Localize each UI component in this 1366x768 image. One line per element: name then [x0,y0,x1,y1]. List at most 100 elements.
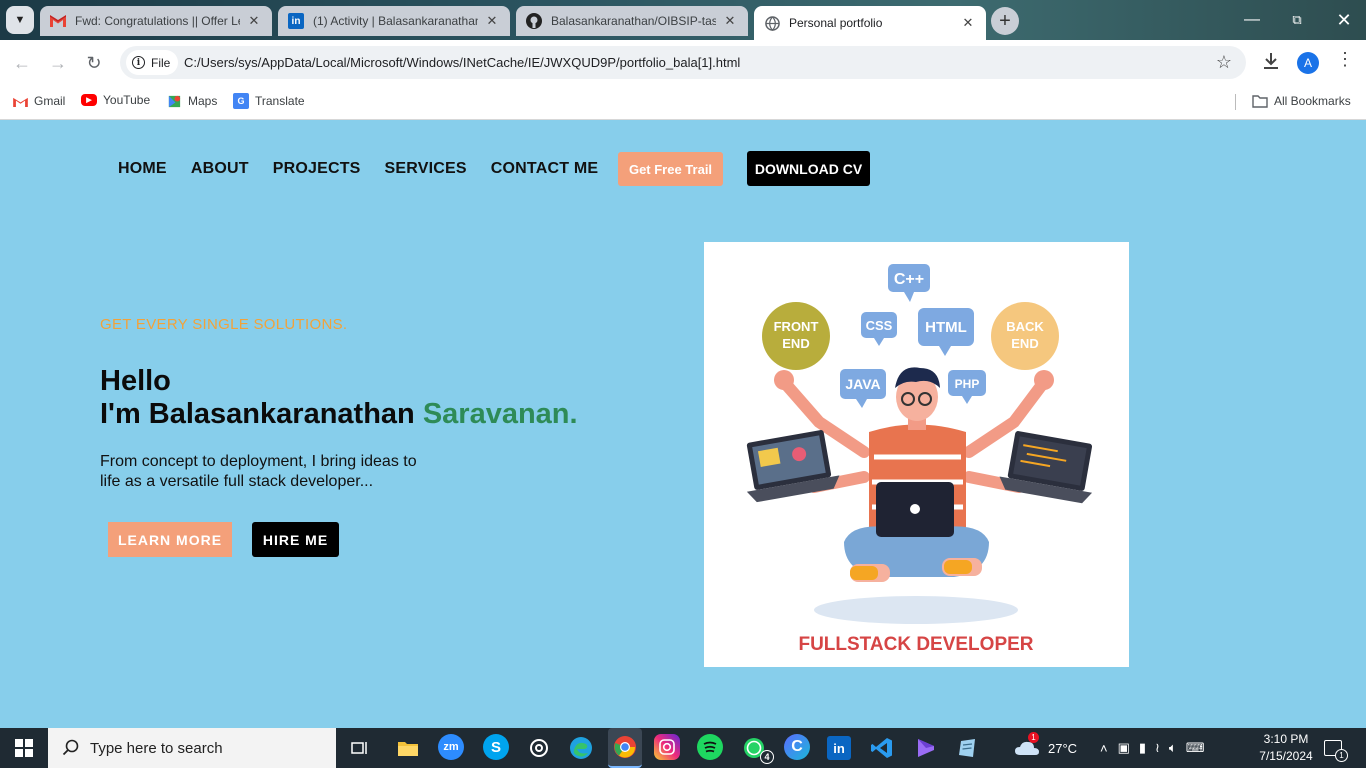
linkedin-icon: in [833,740,845,756]
close-tab-icon[interactable]: ✕ [246,13,262,29]
nav-about-link[interactable]: ABOUT [191,160,249,178]
tab-linkedin[interactable]: in (1) Activity | Balasankaranathan ✕ [278,6,510,36]
windows-icon [15,739,33,757]
vs-app[interactable] [912,734,940,762]
bookmark-youtube[interactable]: ▶ YouTube [81,93,150,107]
css-bubble-label: CSS [866,318,893,333]
chevron-up-icon[interactable]: ˄ [1100,741,1108,756]
canva-app[interactable]: C [784,734,810,760]
folder-icon [1252,93,1268,109]
notification-badge: 1 [1335,749,1348,762]
start-button[interactable] [0,728,48,768]
hire-me-button[interactable]: HIRE ME [252,522,339,557]
tab-search-button[interactable]: ▼ [6,6,34,34]
meet-now-icon[interactable]: ▣ [1118,740,1130,756]
close-window-button[interactable]: ✕ [1329,8,1359,32]
whatsapp-badge: 4 [760,750,774,764]
close-tab-icon[interactable]: ✕ [960,15,976,31]
tab-github[interactable]: Balasankaranathan/OIBSIP-task ✕ [516,6,748,36]
bookmark-translate[interactable]: G Translate [233,93,305,109]
spotify-app[interactable] [697,734,723,760]
download-cv-button[interactable]: DOWNLOAD CV [747,151,870,186]
all-bookmarks-button[interactable]: All Bookmarks [1252,93,1351,109]
wifi-icon[interactable]: ≀ [1155,740,1160,756]
windows-taskbar: Type here to search zm S 4 C in 1 27°C ˄… [0,728,1366,768]
minimize-icon: — [1244,11,1260,28]
youtube-icon: ▶ [81,94,97,106]
taskbar-search[interactable]: Type here to search [48,728,336,768]
tab-personal-portfolio[interactable]: Personal portfolio ✕ [754,6,986,40]
weather-badge: 1 [1028,732,1039,743]
notepad-app[interactable] [954,734,982,762]
nav-projects-link[interactable]: PROJECTS [273,160,361,178]
edge-app[interactable] [567,734,595,762]
taskbar-clock[interactable]: 3:10 PM 7/15/2024 [1254,731,1318,765]
translate-icon: G [233,93,249,109]
forward-button[interactable]: → [47,52,69,74]
task-view-icon [351,742,367,754]
system-tray[interactable]: ˄ ▣ ▮ ≀ 🔈︎ ⌨ [1100,728,1205,768]
file-explorer-app[interactable] [394,734,422,762]
close-tab-icon[interactable]: ✕ [722,13,738,29]
zoom-app[interactable]: zm [438,734,464,760]
globe-icon [764,15,780,31]
address-bar[interactable]: i File C:/Users/sys/AppData/Local/Micros… [120,46,1246,79]
chrome-app[interactable] [608,728,642,768]
front-end-label-1: FRONT [774,319,819,334]
whatsapp-app[interactable]: 4 [740,734,774,764]
tab-gmail[interactable]: Fwd: Congratulations || Offer Le ✕ [40,6,272,36]
chevron-down-icon: ▼ [14,14,26,26]
restore-icon: ⧉ [1292,12,1302,27]
new-tab-button[interactable]: + [991,7,1019,35]
search-icon [62,739,79,756]
notification-center[interactable]: 1 [1324,728,1348,768]
minimize-button[interactable]: — [1237,8,1267,32]
profile-avatar[interactable]: A [1297,52,1319,74]
skype-app[interactable]: S [483,734,509,760]
linkedin-app[interactable]: in [827,736,851,760]
main-nav: HOME ABOUT PROJECTS SERVICES CONTACT ME [118,151,622,186]
back-end-label-2: END [1011,336,1038,351]
github-icon [526,13,542,29]
instagram-app[interactable] [654,734,680,760]
spotify-icon [703,741,717,753]
learn-more-button[interactable]: LEARN MORE [108,522,232,557]
downloads-button[interactable] [1261,51,1281,76]
info-icon: i [132,56,145,69]
skype-icon: S [490,738,501,756]
bookmark-star-icon[interactable]: ☆ [1216,52,1232,73]
chrome-icon [614,736,636,758]
nav-contact-link[interactable]: CONTACT ME [491,160,598,178]
php-bubble-label: PHP [955,377,980,391]
fullstack-developer-illustration: C++ CSS HTML JAVA PHP FRONT END BACK END [704,242,1129,667]
restore-button[interactable]: ⧉ [1282,8,1312,32]
vscode-icon [871,738,892,758]
close-icon: ✕ [1336,9,1352,30]
task-view-button[interactable] [346,734,374,762]
nav-home-link[interactable]: HOME [118,160,167,178]
menu-button[interactable]: ⋮ [1336,49,1354,70]
battery-icon[interactable]: ▮ [1139,740,1146,756]
back-button[interactable]: ← [11,52,33,74]
reload-button[interactable]: ↻ [83,52,105,74]
openai-icon [530,739,548,757]
notepad-icon [959,739,975,757]
keyboard-icon[interactable]: ⌨ [1186,740,1205,756]
bookmarks-bar: Gmail ▶ YouTube Maps G Translate All Boo… [0,86,1366,120]
hero-greeting: Hello [100,365,171,397]
close-tab-icon[interactable]: ✕ [484,13,500,29]
vscode-app[interactable] [868,734,896,762]
hero-tagline: GET EVERY SINGLE SOLUTIONS. [100,316,348,333]
chatgpt-app[interactable] [525,734,553,762]
bookmark-maps[interactable]: Maps [166,93,217,109]
nav-services-link[interactable]: SERVICES [385,160,467,178]
volume-icon[interactable]: 🔈︎ [1169,740,1177,756]
free-trial-button[interactable]: Get Free Trail [618,152,723,186]
bookmark-gmail[interactable]: Gmail [12,93,65,109]
site-info-chip[interactable]: i File [126,50,179,75]
hero-name: I'm Balasankaranathan Saravanan. [100,398,578,430]
browser-toolbar: ← → ↻ i File C:/Users/sys/AppData/Local/… [0,40,1366,86]
weather-widget[interactable]: 1 27°C [1014,728,1077,768]
gmail-icon [12,93,28,109]
url-text[interactable]: C:/Users/sys/AppData/Local/Microsoft/Win… [184,55,740,70]
